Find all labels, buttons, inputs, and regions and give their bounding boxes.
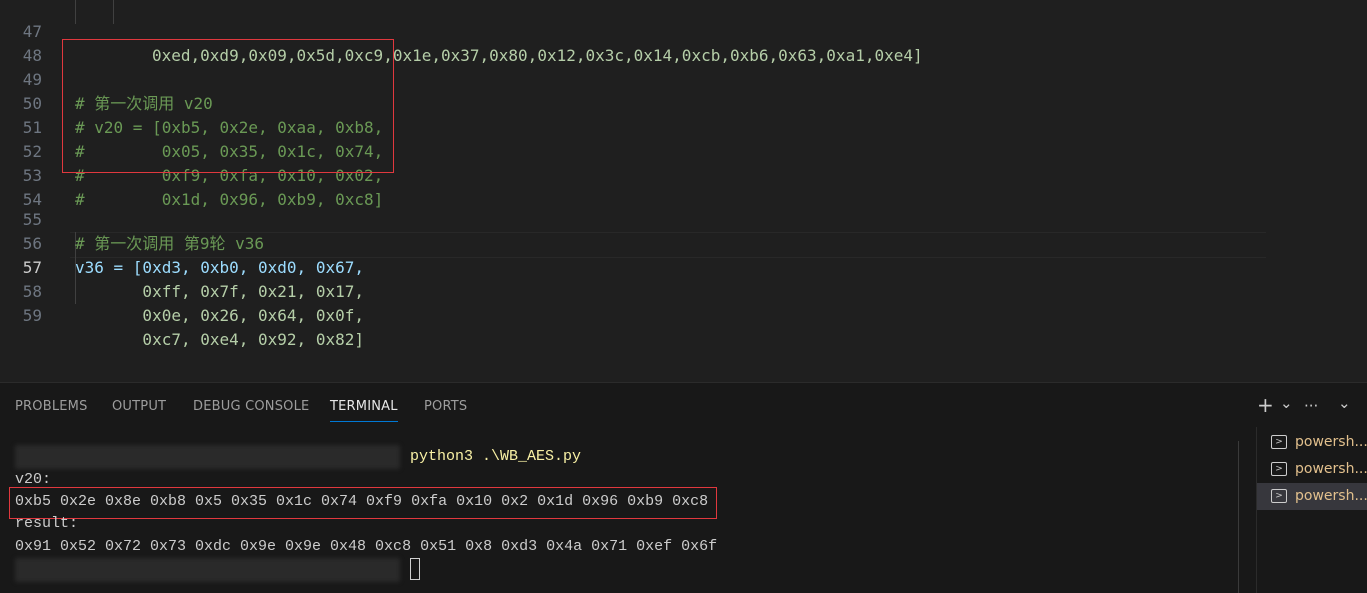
code-line: 47 0xed,0xd9,0x09,0x5d,0xc9,0x1e,0x37,0x…: [0, 0, 1367, 65]
code-text: 0xc7, 0xe4, 0x92, 0x82]: [75, 330, 364, 349]
terminal-instance-selected[interactable]: > powersh...: [1257, 483, 1367, 510]
terminal-cursor: [410, 558, 420, 581]
highlight-box: [9, 487, 717, 519]
terminal-command: python3 .\WB_AES.py: [410, 448, 582, 465]
redacted-prompt: [15, 558, 400, 582]
terminal-cursor-line: [410, 558, 420, 581]
add-terminal-icon[interactable]: +: [1257, 393, 1274, 417]
highlight-box: [62, 39, 394, 173]
code-line: 56 v36 = [0xd3, 0xb0, 0xd0, 0x67,: [0, 208, 1367, 277]
terminal-icon: >: [1271, 462, 1287, 476]
redacted-prompt: [15, 445, 400, 469]
terminal-icon: >: [1271, 435, 1287, 449]
code-text: 0x0e, 0x26, 0x64, 0x0f,: [75, 306, 364, 325]
terminal-line: result:: [15, 515, 79, 532]
line-number: 59: [22, 306, 42, 325]
terminal-line: 0x91 0x52 0x72 0x73 0xdc 0x9e 0x9e 0x48 …: [15, 538, 718, 555]
panel-tabs: PROBLEMS OUTPUT DEBUG CONSOLE TERMINAL P…: [0, 383, 1367, 431]
code-editor[interactable]: 47 0xed,0xd9,0x09,0x5d,0xc9,0x1e,0x37,0x…: [0, 0, 1367, 382]
code-line: 57 0xff, 0x7f, 0x21, 0x17,: [0, 232, 1367, 301]
code-line: 58 0x0e, 0x26, 0x64, 0x0f,: [0, 256, 1367, 325]
terminal-instance-list: > powersh... > powersh... > powersh...: [1256, 427, 1367, 593]
tab-problems[interactable]: PROBLEMS: [15, 399, 88, 414]
code-line: 55 # 第一次调用 第9轮 v36: [0, 184, 1367, 253]
tab-output[interactable]: OUTPUT: [112, 399, 166, 414]
terminal-icon: >: [1271, 489, 1287, 503]
chevron-down-icon[interactable]: ⌄: [1280, 394, 1293, 412]
terminal-output[interactable]: python3 .\WB_AES.py v20: 0xb5 0x2e 0x8e …: [0, 441, 1240, 593]
terminal-instance[interactable]: > powersh...: [1257, 429, 1367, 456]
more-actions-icon[interactable]: ···: [1304, 397, 1318, 415]
bottom-panel: PROBLEMS OUTPUT DEBUG CONSOLE TERMINAL P…: [0, 382, 1367, 593]
code-line: 59 0xc7, 0xe4, 0x92, 0x82]: [0, 280, 1367, 349]
tab-terminal[interactable]: TERMINAL: [330, 399, 398, 422]
tab-ports[interactable]: PORTS: [424, 399, 467, 414]
terminal-instance[interactable]: > powersh...: [1257, 456, 1367, 483]
collapse-panel-icon[interactable]: ⌄: [1338, 394, 1351, 412]
tab-debug-console[interactable]: DEBUG CONSOLE: [193, 399, 309, 414]
terminal-scrollbar-track: [1238, 441, 1239, 593]
